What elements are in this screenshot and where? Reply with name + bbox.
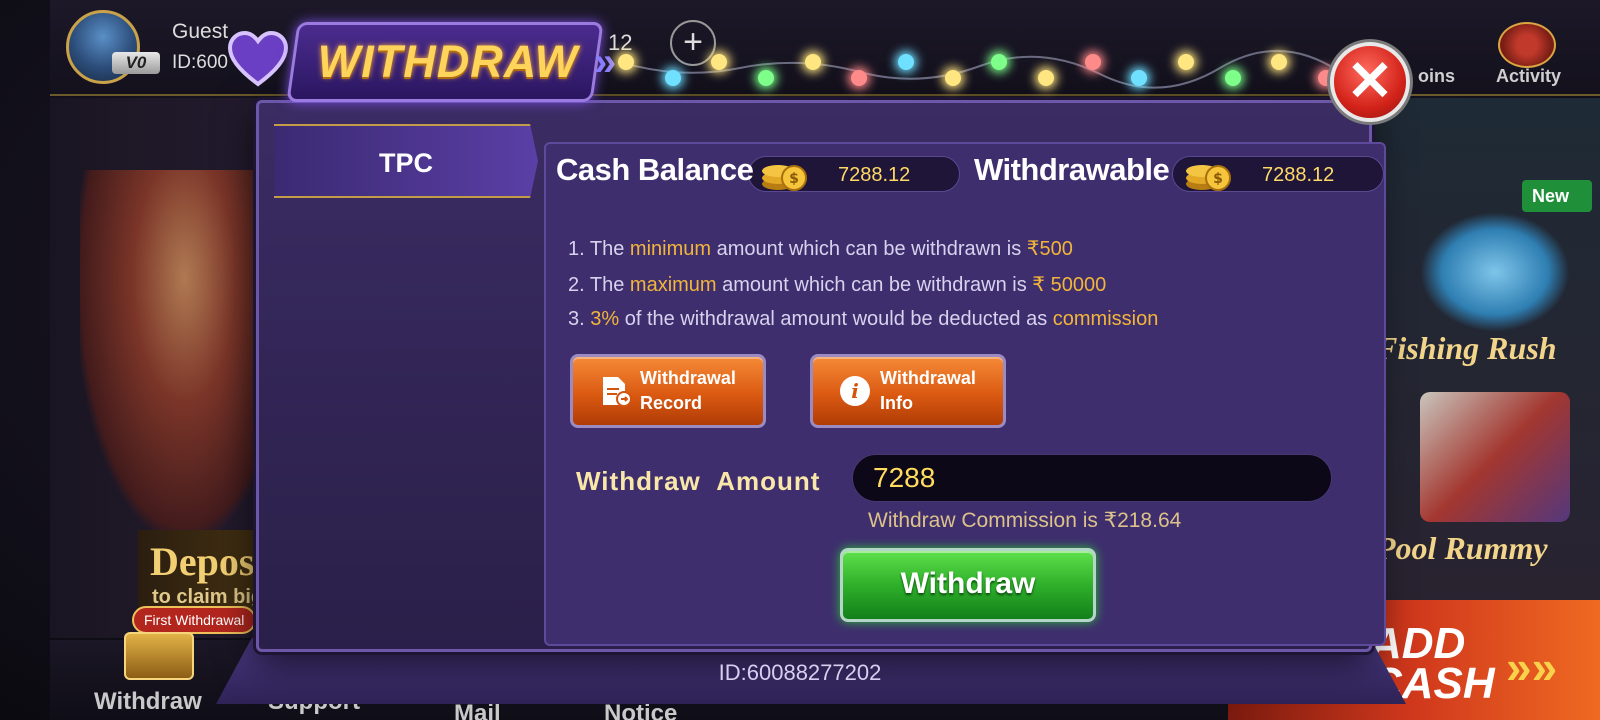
game-pool-rummy[interactable]: Pool Rummy <box>1376 530 1548 567</box>
withdraw-amount-input[interactable] <box>852 454 1332 502</box>
activity-label[interactable]: Activity <box>1496 66 1561 87</box>
game-fishing-rush[interactable]: Fishing Rush <box>1376 330 1557 367</box>
rule-text: of the withdrawal amount would be deduct… <box>619 308 1053 330</box>
nav-withdraw[interactable]: Withdraw <box>94 688 202 716</box>
light-bulb-icon <box>1084 54 1101 70</box>
string-lights-decoration <box>618 46 1340 96</box>
light-bulb-icon <box>804 54 821 70</box>
rule-text: amount which can be withdrawn is <box>711 238 1027 260</box>
activity-icon[interactable] <box>1498 22 1556 68</box>
first-withdrawal-badge: First Withdrawal <box>132 606 257 634</box>
light-bulb-icon <box>1038 70 1054 86</box>
heart-icon <box>227 30 289 87</box>
rule-highlight: ₹500 <box>1026 238 1073 260</box>
cash-balance-label: Cash Balance <box>556 152 754 187</box>
rule-text: 1. The <box>568 238 630 260</box>
rule-maximum: 2. The maximum amount which can be withd… <box>568 272 1106 297</box>
rule-highlight: commission <box>1052 308 1159 330</box>
withdraw-button[interactable]: Withdraw <box>840 548 1096 622</box>
light-bulb-icon <box>944 70 961 86</box>
gold-coins-icon: $ <box>1186 165 1231 191</box>
hostess-illustration <box>80 170 270 530</box>
rule-highlight: ₹ 50000 <box>1032 274 1107 296</box>
guest-name: Guest <box>172 20 229 43</box>
vip-badge: V0 <box>112 52 160 74</box>
footer-user-id: ID:60088277202 <box>718 660 882 685</box>
light-bulb-icon <box>1224 70 1241 86</box>
document-icon <box>603 377 632 407</box>
cash-balance-value: 7288.12 <box>838 164 911 186</box>
coins-label[interactable]: oins <box>1418 66 1455 87</box>
dialog-title: WITHDRAW <box>317 36 579 87</box>
withdraw-amount-label: Withdraw Amount <box>576 466 821 496</box>
light-bulb-icon <box>664 70 681 86</box>
rule-commission: 3. 3% of the withdrawal amount would be … <box>568 308 1158 331</box>
close-button[interactable]: ✕ <box>1330 42 1410 122</box>
info-icon: i <box>840 376 870 406</box>
rule-highlight: 3% <box>590 308 620 330</box>
guest-id: ID:600 <box>172 52 228 73</box>
tab-tpc-label: TPC <box>379 148 433 178</box>
svg-text:i: i <box>851 379 859 403</box>
svg-text:$: $ <box>789 171 799 187</box>
light-bulb-icon <box>1178 54 1194 70</box>
withdrawable-label: Withdrawable <box>974 152 1170 187</box>
rule-text: 2. The <box>568 274 630 296</box>
playing-cards-icon[interactable] <box>1420 392 1570 522</box>
light-bulb-icon <box>898 54 914 70</box>
rule-text: amount which can be withdrawn is <box>716 274 1033 296</box>
withdrawal-info-label: Withdrawal Info <box>880 368 976 413</box>
withdrawable-value: 7288.12 <box>1262 164 1335 186</box>
light-bulb-icon <box>758 70 774 86</box>
rule-highlight: minimum <box>629 238 712 260</box>
light-bulb-icon <box>618 54 634 70</box>
gold-coins-icon: $ <box>762 165 807 191</box>
withdraw-commission-text: Withdraw Commission is ₹218.64 <box>868 509 1182 532</box>
rule-highlight: maximum <box>629 274 717 296</box>
svg-text:$: $ <box>1213 171 1223 187</box>
rule-minimum: 1. The minimum amount which can be withd… <box>568 236 1073 261</box>
rule-text: 3. <box>568 308 591 330</box>
new-badge: New <box>1522 180 1592 212</box>
shark-icon[interactable] <box>1420 212 1570 332</box>
withdrawal-record-label: Withdrawal Record <box>640 368 736 413</box>
chevron-right-icon: » <box>594 40 617 84</box>
